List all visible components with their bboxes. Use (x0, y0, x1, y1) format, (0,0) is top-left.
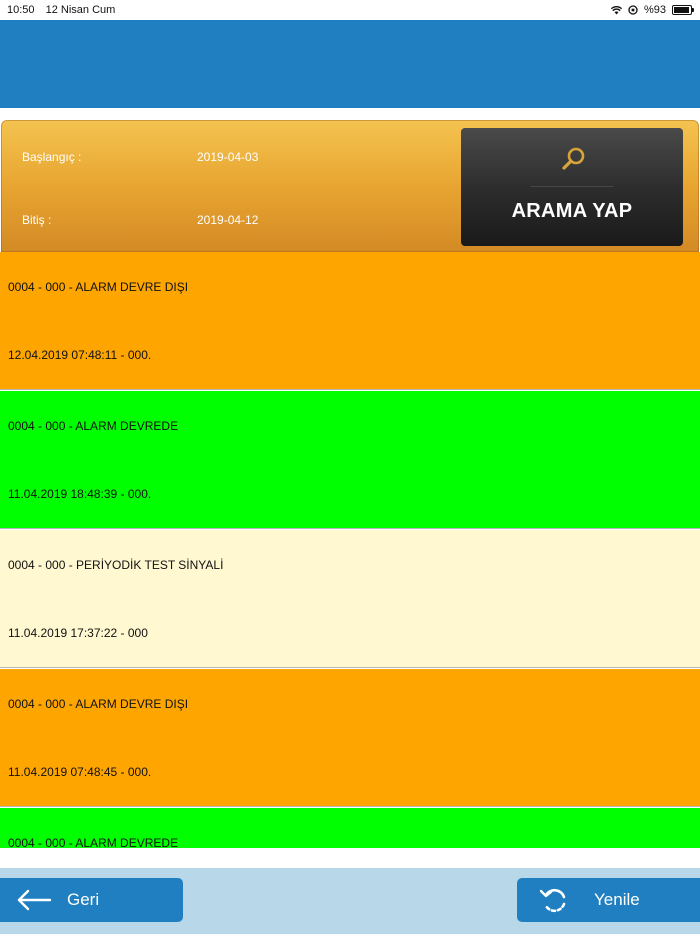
end-date-label: Bitiş : (22, 213, 52, 227)
event-list[interactable]: 0004 - 000 - ALARM DEVRE DIŞI 12.04.2019… (0, 252, 700, 848)
event-detail: 11.04.2019 17:37:22 - 000 (8, 626, 148, 640)
status-bar: 10:50 12 Nisan Cum %93 (0, 0, 700, 20)
battery-percent: %93 (643, 4, 666, 16)
bottom-toolbar: Geri Yenile (0, 868, 700, 934)
event-detail: 12.04.2019 07:48:11 - 000. (8, 348, 152, 362)
event-title: 0004 - 000 - PERİYODİK TEST SİNYALİ (8, 558, 224, 572)
back-button-label: Geri (67, 890, 100, 909)
refresh-button[interactable]: Yenile (517, 878, 700, 922)
search-button-label: ARAMA YAP (511, 200, 633, 222)
list-item[interactable]: 0004 - 000 - ALARM DEVRE DIŞI 11.04.2019… (0, 669, 700, 807)
list-item[interactable]: 0004 - 000 - PERİYODİK TEST SİNYALİ 11.0… (0, 530, 700, 668)
back-button[interactable]: Geri (0, 878, 183, 922)
list-item[interactable]: 0004 - 000 - ALARM DEVREDE 11.04.2019 18… (0, 391, 700, 529)
search-button[interactable]: ARAMA YAP (461, 128, 683, 246)
app-header (0, 20, 700, 108)
start-date-field[interactable]: 2019-04-03 (197, 150, 258, 164)
event-detail: 11.04.2019 07:48:45 - 000. (8, 765, 152, 779)
event-title: 0004 - 000 - ALARM DEVRE DIŞI (8, 280, 189, 294)
status-right: %93 (610, 0, 694, 20)
bottom-spacer (0, 848, 700, 868)
event-title: 0004 - 000 - ALARM DEVREDE (8, 419, 179, 433)
refresh-button-label: Yenile (594, 890, 640, 909)
list-item[interactable]: 0004 - 000 - ALARM DEVRE DIŞI 12.04.2019… (0, 252, 700, 390)
search-icon (562, 147, 585, 170)
search-button-divider (531, 186, 613, 187)
event-detail: 11.04.2019 18:48:39 - 000. (8, 487, 152, 501)
header-title (270, 56, 430, 70)
status-time: 10:50 (7, 4, 35, 16)
list-item[interactable]: 0004 - 000 - ALARM DEVREDE (0, 808, 700, 848)
end-date-field[interactable]: 2019-04-12 (197, 213, 258, 227)
status-date: 12 Nisan Cum (45, 4, 116, 16)
status-left: 10:50 12 Nisan Cum (7, 0, 123, 20)
event-title: 0004 - 000 - ALARM DEVRE DIŞI (8, 697, 189, 711)
wifi-icon (610, 5, 622, 14)
refresh-icon (539, 888, 566, 913)
arrow-left-icon (17, 889, 52, 911)
search-panel: Başlangıç : 2019-04-03 Bitiş : 2019-04-1… (1, 120, 699, 252)
rotation-lock-icon (628, 5, 638, 15)
battery-icon (672, 5, 694, 15)
start-date-label: Başlangıç : (22, 150, 82, 164)
event-title: 0004 - 000 - ALARM DEVREDE (8, 836, 179, 848)
